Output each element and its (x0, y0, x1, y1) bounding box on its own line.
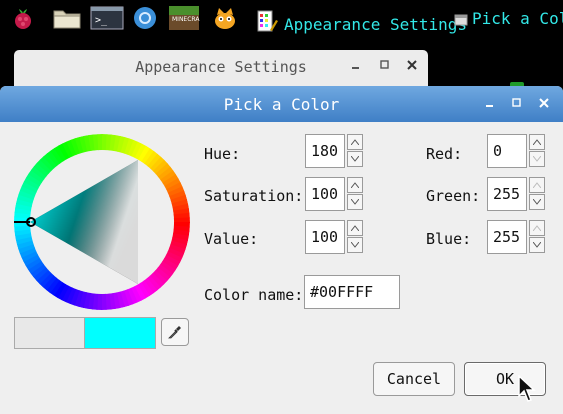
svg-text:MINECRAFT: MINECRAFT (172, 16, 200, 23)
scratch-icon[interactable] (211, 5, 237, 31)
value-label: Value: (204, 230, 259, 248)
close-button[interactable] (406, 59, 418, 74)
browser-icon[interactable] (132, 5, 158, 31)
appearance-icon (256, 9, 280, 37)
eyedropper-icon (168, 326, 181, 339)
color-name-input[interactable]: #00FFFF (304, 275, 400, 309)
eyedropper-button[interactable] (161, 318, 189, 346)
hue-input[interactable]: 180 (305, 134, 345, 168)
hue-spinbox[interactable]: 180 (305, 134, 363, 168)
taskbar-task-pick-color[interactable]: Pick a Color (454, 9, 563, 31)
red-label: Red: (426, 145, 463, 163)
folder-icon[interactable] (52, 5, 81, 31)
taskbar-task-label: Appearance Settings (284, 15, 468, 34)
cursor-icon (518, 375, 536, 402)
raspberry-icon[interactable] (10, 5, 36, 31)
increment-button[interactable] (529, 177, 545, 193)
dialog-title: Pick a Color (223, 95, 340, 114)
green-spinbox[interactable]: 255 (487, 177, 545, 211)
pick-color-dialog: Pick a Color Hue: 180 Saturation: 100 Va… (0, 86, 563, 414)
blue-spinbox[interactable]: 255 (487, 220, 545, 254)
blue-input[interactable]: 255 (487, 220, 527, 254)
decrement-button[interactable] (529, 237, 545, 253)
green-input[interactable]: 255 (487, 177, 527, 211)
decrement-button[interactable] (347, 194, 363, 210)
red-input[interactable]: 0 (487, 134, 527, 168)
color-wheel[interactable] (14, 134, 190, 310)
red-spinbox[interactable]: 0 (487, 134, 545, 168)
window-icon (454, 12, 468, 31)
decrement-button[interactable] (347, 237, 363, 253)
previous-color-swatch[interactable] (14, 317, 86, 349)
increment-button[interactable] (529, 134, 545, 150)
increment-button[interactable] (347, 220, 363, 236)
window-title: Appearance Settings (135, 58, 307, 76)
taskbar-task-label: Pick a Color (472, 9, 563, 28)
saturation-input[interactable]: 100 (305, 177, 345, 211)
decrement-button[interactable] (529, 194, 545, 210)
minimize-button[interactable] (484, 97, 496, 112)
green-label: Green: (426, 187, 481, 205)
saturation-spinbox[interactable]: 100 (305, 177, 363, 211)
blue-label: Blue: (426, 230, 472, 248)
decrement-button[interactable] (347, 151, 363, 167)
taskbar: >_ MINECRAFT (0, 0, 563, 38)
terminal-icon[interactable]: >_ (90, 5, 124, 31)
increment-button[interactable] (347, 134, 363, 150)
maximize-button[interactable] (511, 97, 523, 112)
decrement-button[interactable] (529, 151, 545, 167)
current-color-swatch (84, 317, 156, 349)
window-titlebar[interactable]: Appearance Settings (14, 50, 428, 86)
svg-text:>_: >_ (95, 15, 108, 26)
taskbar-task-appearance[interactable]: Appearance Settings (256, 9, 467, 37)
close-button[interactable] (538, 97, 550, 112)
saturation-label: Saturation: (204, 187, 304, 205)
value-input[interactable]: 100 (305, 220, 345, 254)
minimize-button[interactable] (350, 59, 362, 74)
minecraft-icon[interactable]: MINECRAFT (168, 5, 207, 31)
dialog-titlebar[interactable]: Pick a Color (0, 86, 563, 122)
maximize-button[interactable] (379, 59, 391, 74)
increment-button[interactable] (347, 177, 363, 193)
increment-button[interactable] (529, 220, 545, 236)
color-name-label: Color name: (204, 286, 304, 304)
hue-label: Hue: (204, 145, 241, 163)
value-spinbox[interactable]: 100 (305, 220, 363, 254)
cancel-button[interactable]: Cancel (373, 362, 455, 396)
